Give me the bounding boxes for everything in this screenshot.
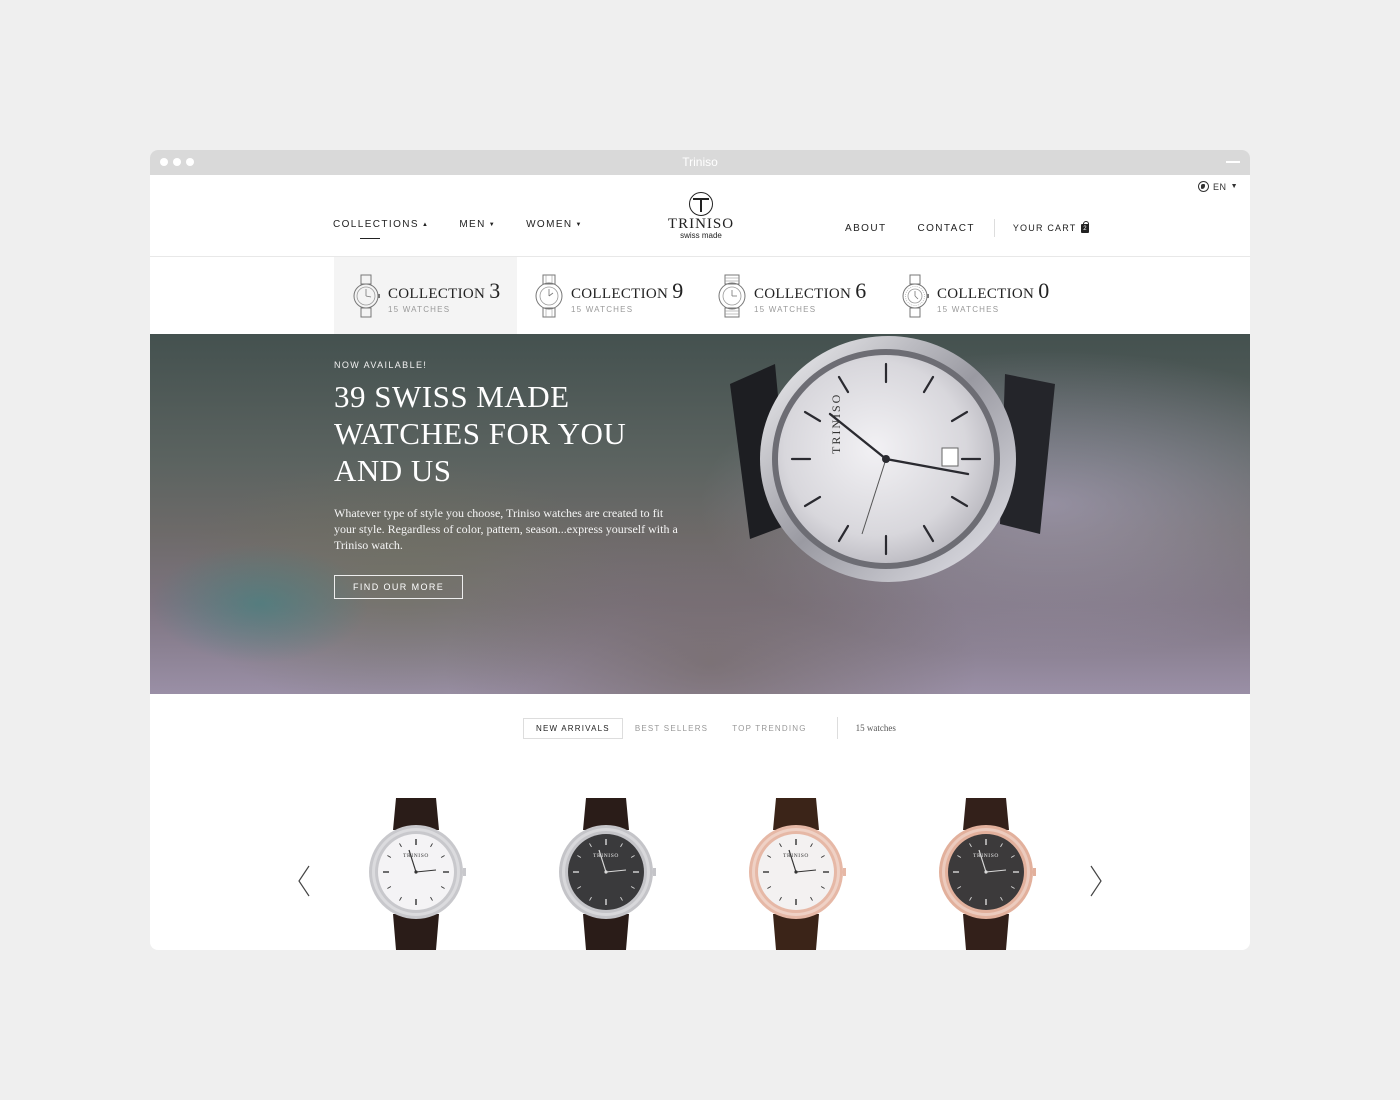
cart-button[interactable]: YOUR CART 2 — [1012, 220, 1090, 233]
cart-label: YOUR CART — [1012, 223, 1077, 233]
logo-name: TRINISO — [667, 216, 735, 232]
collection-count: 15 WATCHES — [571, 304, 634, 314]
hero-watch-image: TRINISO — [730, 336, 1055, 582]
product-brand-label: TRINISO — [973, 853, 999, 859]
product-watch[interactable]: TRINISO — [746, 798, 846, 950]
collection-title: COLLECTION 9 — [571, 277, 684, 303]
collections-bar: COLLECTION 3 15 WATCHES COLLECTION 9 15 … — [150, 257, 1250, 334]
collection-item[interactable]: COLLECTION 3 15 WATCHES — [334, 257, 517, 334]
globe-icon — [1198, 181, 1210, 192]
hero-content: NOW AVAILABLE! 39 SWISS MADE WATCHES FOR… — [334, 360, 684, 599]
product-watch[interactable]: TRINISO — [556, 798, 656, 950]
logo-tagline: swiss made — [680, 231, 722, 240]
watch-outline-icon — [902, 274, 929, 317]
hero-watch-brand: TRINISO — [829, 393, 843, 454]
watches-count: 15 watches — [855, 723, 896, 733]
nav-collections-label: COLLECTIONS — [333, 219, 419, 230]
product-brand-label: TRINISO — [403, 853, 429, 859]
product-brand-label: TRINISO — [783, 853, 809, 859]
product-tabs: NEW ARRIVALS BEST SELLERS TOP TRENDING 1… — [523, 717, 896, 739]
hero-banner: TRINISO NOW AVAILABLE! 39 SWISS MADE WAT… — [150, 334, 1250, 694]
browser-window: Triniso EN ▼ COLLECTIONS ▲ MEN ▼ WOMEN ▼ — [150, 150, 1250, 950]
tab-best-sellers[interactable]: BEST SELLERS — [623, 719, 720, 738]
nav-women-label: WOMEN — [526, 219, 573, 230]
tabs-divider — [836, 717, 838, 739]
collection-title: COLLECTION 0 — [937, 277, 1050, 303]
collection-item[interactable]: COLLECTION 9 15 WATCHES — [517, 257, 700, 334]
chevron-right-icon[interactable] — [1088, 865, 1104, 897]
nav-collections[interactable]: COLLECTIONS ▲ — [333, 219, 430, 239]
secondary-nav: ABOUT CONTACT YOUR CART 2 — [845, 219, 1090, 237]
collection-item[interactable]: COLLECTION 6 15 WATCHES — [700, 257, 883, 334]
nav-about[interactable]: ABOUT — [845, 223, 886, 234]
chevron-left-icon[interactable] — [296, 865, 312, 897]
product-carousel: TRINISO TRINISO TRINISO TRINISO — [366, 798, 1036, 950]
primary-nav: COLLECTIONS ▲ MEN ▼ WOMEN ▼ — [333, 219, 583, 239]
product-watch[interactable]: TRINISO — [936, 798, 1036, 950]
chevron-up-icon: ▲ — [421, 221, 430, 228]
chevron-down-icon: ▼ — [488, 221, 497, 228]
shopping-bag-icon: 2 — [1081, 220, 1090, 233]
title-bar: Triniso — [150, 150, 1250, 175]
collection-item[interactable]: COLLECTION 0 15 WATCHES — [883, 257, 1066, 334]
chevron-down-icon: ▼ — [1230, 183, 1238, 190]
minimize-icon[interactable] — [1226, 161, 1240, 163]
chevron-down-icon: ▼ — [575, 221, 583, 228]
collection-title: COLLECTION 6 — [754, 277, 867, 303]
nav-men[interactable]: MEN ▼ — [459, 219, 496, 230]
nav-women[interactable]: WOMEN ▼ — [526, 219, 583, 230]
hero-title: 39 SWISS MADE WATCHES FOR YOU AND US — [334, 379, 627, 488]
window-title: Triniso — [682, 155, 718, 169]
brand-logo[interactable]: TRINISO swiss made — [666, 192, 736, 240]
watch-outline-icon — [535, 274, 563, 317]
product-watch[interactable]: TRINISO — [366, 798, 466, 950]
watch-outline-icon — [718, 274, 746, 317]
hero-kicker: NOW AVAILABLE! — [334, 360, 428, 370]
language-label: EN — [1213, 181, 1227, 192]
logo-icon — [689, 192, 713, 216]
find-out-more-button[interactable]: FIND OUR MORE — [334, 575, 464, 599]
watch-outline-icon — [353, 274, 380, 317]
nav-men-label: MEN — [459, 219, 486, 230]
collection-count: 15 WATCHES — [388, 304, 451, 314]
hero-description: Whatever type of style you choose, Trini… — [334, 506, 678, 552]
collection-title: COLLECTION 3 — [388, 277, 501, 303]
nav-contact[interactable]: CONTACT — [917, 223, 974, 234]
nav-divider — [993, 219, 995, 237]
site-header: EN ▼ COLLECTIONS ▲ MEN ▼ WOMEN ▼ TRINISO… — [150, 175, 1250, 257]
product-brand-label: TRINISO — [593, 853, 619, 859]
tab-new-arrivals[interactable]: NEW ARRIVALS — [523, 717, 623, 739]
collection-count: 15 WATCHES — [937, 304, 1000, 314]
collection-count: 15 WATCHES — [754, 304, 817, 314]
tab-top-trending[interactable]: TOP TRENDING — [720, 719, 818, 738]
language-selector[interactable]: EN ▼ — [1198, 181, 1238, 192]
